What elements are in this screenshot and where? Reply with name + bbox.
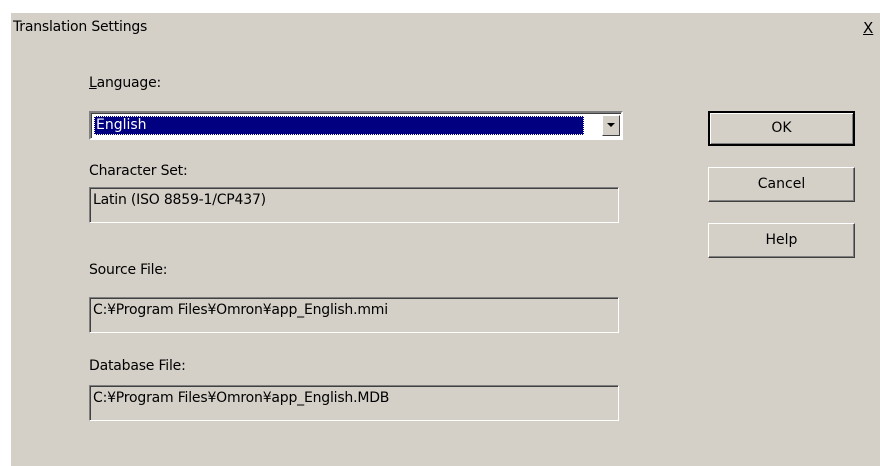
dialog-title: Translation Settings <box>13 19 148 35</box>
character-set-label: Character Set: <box>89 163 188 179</box>
translation-settings-dialog: Translation Settings X Language: English… <box>10 12 880 466</box>
language-label: Language: <box>89 75 161 91</box>
database-file-value: C:¥Program Files¥Omron¥app_English.MDB <box>93 390 390 406</box>
language-label-rest: anguage: <box>96 75 162 91</box>
cancel-button[interactable]: Cancel <box>708 167 855 202</box>
ok-button[interactable]: OK <box>708 111 855 146</box>
database-file-field: C:¥Program Files¥Omron¥app_English.MDB <box>89 385 619 421</box>
language-label-accel: L <box>89 75 97 91</box>
character-set-field: Latin (ISO 8859-1/CP437) <box>89 187 619 223</box>
source-file-label: Source File: <box>89 262 168 278</box>
title-bar: Translation Settings X <box>11 13 880 41</box>
language-select[interactable]: English <box>89 111 623 140</box>
chevron-down-icon[interactable] <box>602 115 620 136</box>
close-button[interactable]: X <box>863 20 880 37</box>
character-set-value: Latin (ISO 8859-1/CP437) <box>93 192 266 208</box>
database-file-label: Database File: <box>89 358 186 374</box>
language-select-value: English <box>94 116 584 135</box>
help-button[interactable]: Help <box>708 223 855 258</box>
source-file-value: C:¥Program Files¥Omron¥app_English.mmi <box>93 302 388 318</box>
source-file-field: C:¥Program Files¥Omron¥app_English.mmi <box>89 297 619 333</box>
